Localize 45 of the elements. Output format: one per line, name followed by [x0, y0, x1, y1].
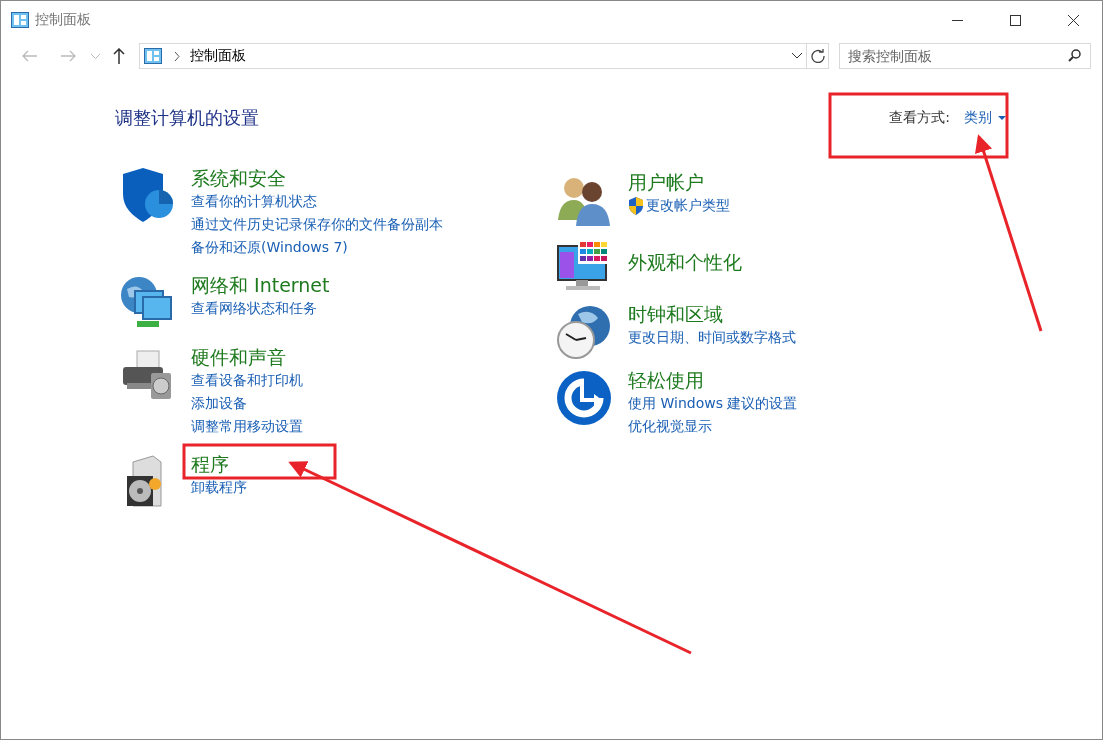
- category-title-link[interactable]: 轻松使用: [628, 368, 798, 392]
- task-link[interactable]: 查看你的计算机状态: [191, 190, 317, 213]
- control-panel-icon: [11, 12, 29, 28]
- uac-shield-icon: [628, 196, 644, 215]
- task-link[interactable]: 使用 Windows 建议的设置: [628, 392, 798, 415]
- control-panel-icon: [144, 48, 162, 64]
- search-field[interactable]: 搜索控制面板: [839, 43, 1091, 69]
- close-icon: [1067, 14, 1079, 26]
- task-link[interactable]: 调整常用移动设置: [191, 415, 303, 438]
- address-bar[interactable]: 控制面板: [139, 43, 807, 69]
- task-link[interactable]: 备份和还原(Windows 7): [191, 236, 348, 259]
- caret-icon: [998, 116, 1006, 120]
- minimize-icon: [951, 19, 963, 21]
- category-title-link[interactable]: 外观和个性化: [628, 250, 742, 274]
- category-title-link[interactable]: 时钟和区域: [628, 302, 796, 326]
- back-arrow-icon: [22, 50, 38, 62]
- category-title-link[interactable]: 用户帐户: [628, 170, 730, 194]
- chevron-down-icon: [792, 53, 802, 59]
- task-link[interactable]: 添加设备: [191, 392, 247, 415]
- forward-arrow-icon: [60, 50, 76, 62]
- window-title: 控制面板: [35, 11, 92, 29]
- chevron-down-icon: [90, 53, 100, 59]
- task-link[interactable]: 查看网络状态和任务: [191, 297, 317, 320]
- up-arrow-icon: [113, 48, 125, 64]
- accessibility-icon: [556, 370, 612, 426]
- category-title-link[interactable]: 硬件和声音: [191, 345, 303, 369]
- task-link[interactable]: 优化视觉显示: [628, 415, 712, 438]
- refresh-icon: [810, 49, 825, 63]
- page-heading: 调整计算机的设置: [115, 106, 259, 130]
- chevron-right-icon: [174, 51, 180, 61]
- view-by-dropdown[interactable]: 类别: [964, 109, 1006, 127]
- task-link[interactable]: 卸载程序: [191, 476, 247, 499]
- task-link[interactable]: 查看设备和打印机: [191, 369, 303, 392]
- category-title-link[interactable]: 网络和 Internet: [191, 273, 330, 297]
- refresh-button[interactable]: [807, 43, 829, 69]
- category-title-link[interactable]: 系统和安全: [191, 166, 443, 190]
- task-link[interactable]: 更改日期、时间或数字格式: [628, 326, 796, 349]
- search-icon: [1068, 49, 1081, 62]
- view-by-label: 查看方式:: [889, 109, 950, 127]
- category-title-link[interactable]: 程序: [191, 452, 247, 476]
- breadcrumb-text[interactable]: 控制面板: [190, 47, 792, 65]
- task-link[interactable]: 通过文件历史记录保存你的文件备份副本: [191, 213, 443, 236]
- globe-clock-icon: [556, 304, 612, 360]
- task-link[interactable]: 更改帐户类型: [646, 194, 730, 217]
- maximize-icon: [1009, 14, 1021, 26]
